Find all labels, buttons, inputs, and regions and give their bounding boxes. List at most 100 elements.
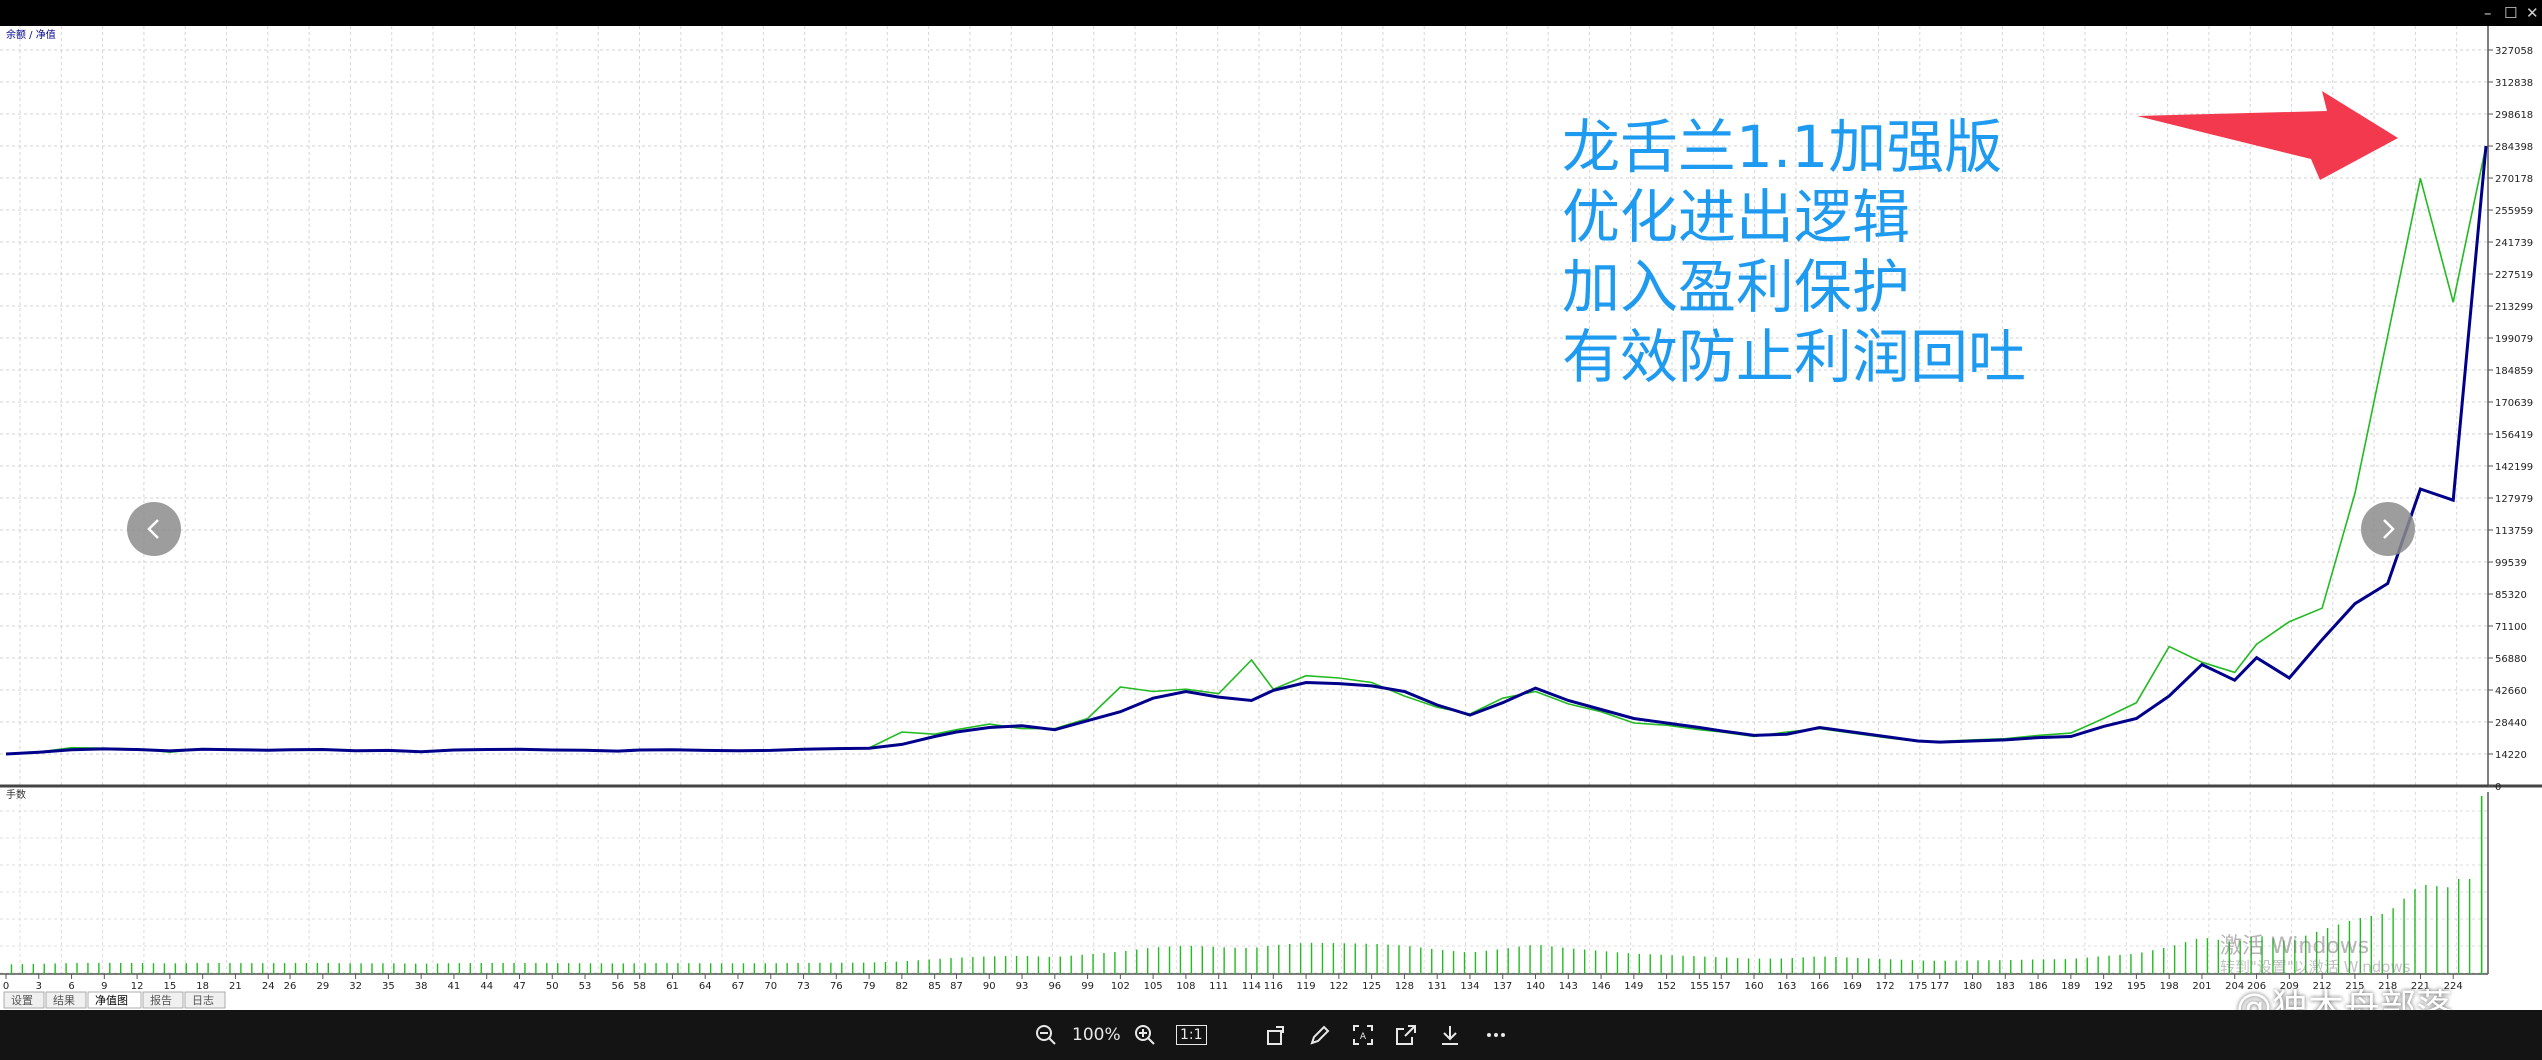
tab-label[interactable]: 报告 xyxy=(150,993,172,1007)
download-icon[interactable] xyxy=(1437,1022,1463,1048)
x-tick-label: 38 xyxy=(415,981,428,992)
image-viewer-toolbar: 100% 1:1 A xyxy=(0,1010,2542,1060)
x-tick-label: 152 xyxy=(1657,981,1676,992)
x-tick-label: 146 xyxy=(1592,981,1611,992)
x-tick-label: 96 xyxy=(1048,981,1061,992)
y-tick-label: 56880 xyxy=(2495,654,2527,665)
y-tick-label: 71100 xyxy=(2495,622,2527,633)
x-tick-label: 105 xyxy=(1144,981,1163,992)
x-tick-label: 99 xyxy=(1081,981,1094,992)
actual-size-button[interactable]: 1:1 xyxy=(1176,1025,1207,1045)
x-tick-label: 201 xyxy=(2192,981,2211,992)
scan-icon[interactable]: A xyxy=(1350,1022,1376,1048)
zoom-out-icon[interactable] xyxy=(1033,1022,1059,1048)
y-tick-label: 127979 xyxy=(2495,494,2533,505)
chevron-left-icon xyxy=(147,519,159,539)
tab-label[interactable]: 结果 xyxy=(53,994,75,1007)
annotation-line: 加入盈利保护 xyxy=(1562,253,1911,321)
y-tick-label: 241739 xyxy=(2495,238,2533,249)
x-tick-label: 128 xyxy=(1395,981,1414,992)
x-tick-label: 192 xyxy=(2094,981,2113,992)
y-tick-label: 42660 xyxy=(2495,686,2527,697)
x-tick-label: 21 xyxy=(229,981,242,992)
x-tick-label: 6 xyxy=(68,981,74,992)
close-icon[interactable]: ✕ xyxy=(2526,4,2539,22)
x-tick-label: 163 xyxy=(1777,981,1796,992)
minimize-icon[interactable]: – xyxy=(2484,4,2492,22)
y-tick-label: 14220 xyxy=(2495,750,2527,761)
x-tick-label: 93 xyxy=(1016,981,1029,992)
x-tick-label: 82 xyxy=(895,981,908,992)
x-tick-label: 79 xyxy=(863,981,876,992)
x-tick-label: 157 xyxy=(1712,981,1731,992)
x-tick-label: 18 xyxy=(196,981,209,992)
x-tick-label: 12 xyxy=(131,981,144,992)
x-tick-label: 26 xyxy=(284,981,297,992)
x-tick-label: 53 xyxy=(579,981,592,992)
x-tick-label: 24 xyxy=(262,981,275,992)
y-tick-label: 298618 xyxy=(2495,110,2533,121)
y-tick-label: 156419 xyxy=(2495,430,2533,441)
x-tick-label: 47 xyxy=(513,981,526,992)
annotation-line: 有效防止利润回吐 xyxy=(1562,323,2027,391)
y-tick-label: 213299 xyxy=(2495,302,2533,313)
x-tick-label: 41 xyxy=(448,981,461,992)
x-tick-label: 180 xyxy=(1963,981,1982,992)
next-image-button[interactable] xyxy=(2361,502,2415,556)
x-tick-label: 166 xyxy=(1810,981,1829,992)
x-tick-label: 169 xyxy=(1843,981,1862,992)
x-tick-label: 73 xyxy=(797,981,810,992)
x-tick-label: 9 xyxy=(101,981,107,992)
annotation-line: 优化进出逻辑 xyxy=(1562,183,1911,251)
maximize-icon[interactable]: ☐ xyxy=(2504,4,2517,22)
x-tick-label: 76 xyxy=(830,981,843,992)
y-tick-label: 199079 xyxy=(2495,334,2533,345)
share-icon[interactable] xyxy=(1393,1022,1419,1048)
annotation-line: 龙舌兰1.1加强版 xyxy=(1562,113,2003,181)
x-tick-label: 3 xyxy=(36,981,42,992)
subpanel-title: 手数 xyxy=(6,788,26,801)
tab-label[interactable]: 净值图 xyxy=(95,993,128,1007)
x-tick-label: 137 xyxy=(1493,981,1512,992)
y-tick-label: 270178 xyxy=(2495,174,2533,185)
x-tick-label: 44 xyxy=(480,981,493,992)
x-tick-label: 183 xyxy=(1996,981,2015,992)
x-tick-label: 116 xyxy=(1264,981,1283,992)
x-tick-label: 111 xyxy=(1209,981,1228,992)
x-tick-label: 155 xyxy=(1690,981,1709,992)
x-tick-label: 143 xyxy=(1559,981,1578,992)
edit-pencil-icon[interactable] xyxy=(1307,1022,1333,1048)
x-tick-label: 85 xyxy=(928,981,941,992)
more-options-icon[interactable] xyxy=(1483,1022,1509,1048)
x-tick-label: 198 xyxy=(2160,981,2179,992)
x-tick-label: 90 xyxy=(983,981,996,992)
x-tick-label: 122 xyxy=(1329,981,1348,992)
y-tick-label: 0 xyxy=(2495,782,2501,793)
x-tick-label: 87 xyxy=(950,981,963,992)
previous-image-button[interactable] xyxy=(127,502,181,556)
y-tick-label: 113759 xyxy=(2495,526,2533,537)
x-tick-label: 140 xyxy=(1526,981,1545,992)
y-tick-label: 312838 xyxy=(2495,78,2533,89)
y-tick-label: 327058 xyxy=(2495,46,2533,57)
y-tick-label: 99539 xyxy=(2495,558,2527,569)
chevron-right-icon xyxy=(2383,519,2395,539)
x-tick-label: 134 xyxy=(1460,981,1479,992)
annotation-text-block: 龙舌兰1.1加强版 优化进出逻辑 加入盈利保护 有效防止利润回吐 xyxy=(1562,112,2026,392)
zoom-in-icon[interactable] xyxy=(1132,1022,1158,1048)
x-tick-label: 108 xyxy=(1176,981,1195,992)
x-tick-label: 29 xyxy=(316,981,329,992)
tab-label[interactable]: 日志 xyxy=(192,994,214,1007)
tab-label[interactable]: 设置 xyxy=(11,994,33,1007)
y-tick-label: 85320 xyxy=(2495,590,2527,601)
x-tick-label: 175 xyxy=(1908,981,1927,992)
legend-text: 余额 / 净值 xyxy=(6,28,56,41)
y-tick-label: 227519 xyxy=(2495,270,2533,281)
x-tick-label: 186 xyxy=(2029,981,2048,992)
y-tick-label: 28440 xyxy=(2495,718,2527,729)
y-tick-label: 142199 xyxy=(2495,462,2533,473)
x-tick-label: 149 xyxy=(1624,981,1643,992)
x-tick-label: 114 xyxy=(1242,981,1261,992)
rotate-icon[interactable] xyxy=(1264,1022,1290,1048)
zoom-level-label: 100% xyxy=(1072,1025,1121,1045)
